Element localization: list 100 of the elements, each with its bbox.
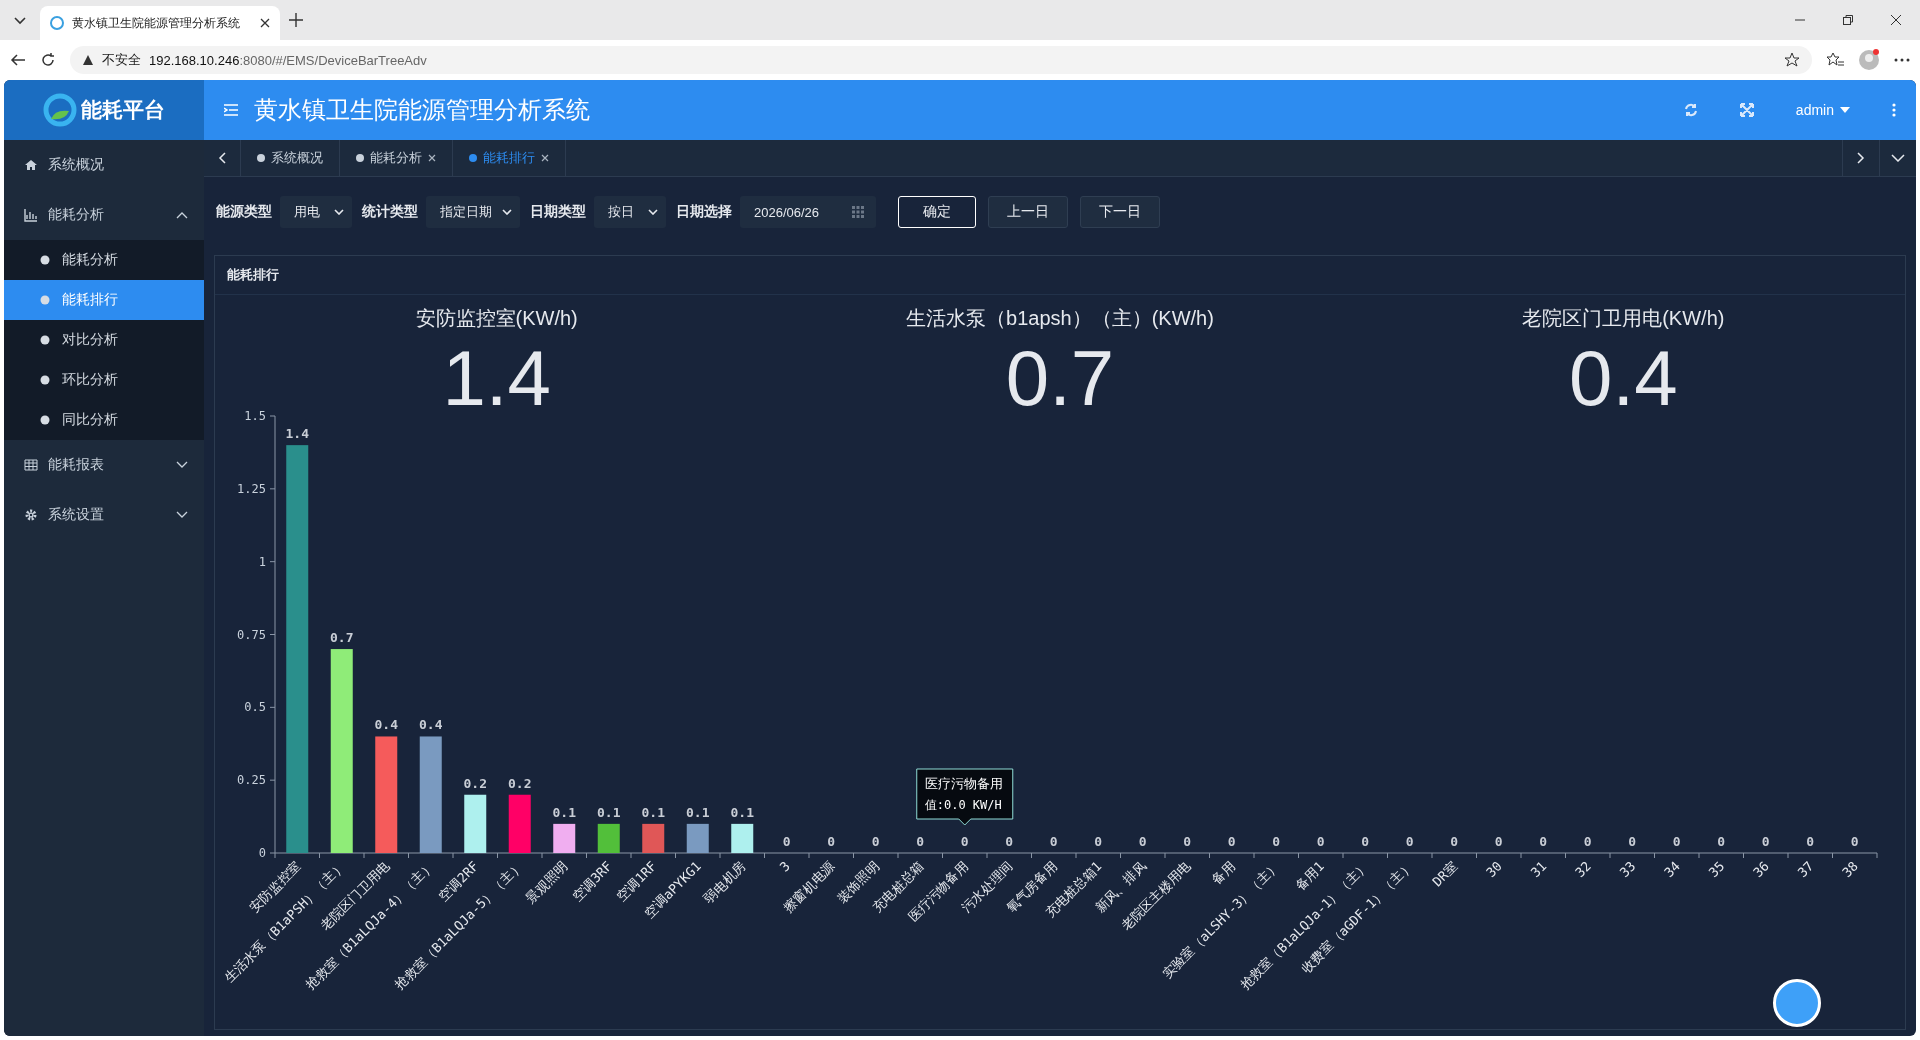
value-label: 0.1 (730, 804, 754, 820)
reload-icon[interactable] (40, 52, 56, 68)
confirm-button[interactable]: 确定 (898, 196, 976, 228)
value-label: 0 (1717, 833, 1726, 849)
value-label: 0.4 (374, 717, 398, 733)
value-label: 0 (1138, 833, 1147, 849)
category-label: 35 (1705, 858, 1728, 880)
sidebar-item[interactable]: 系统概况 (4, 140, 204, 190)
chevron-down-icon (1891, 154, 1905, 162)
value-label: 0 (960, 833, 969, 849)
sidebar-item[interactable]: 能耗分析 (4, 190, 204, 240)
browser-tab[interactable]: 黄水镇卫生院能源管理分析系统 (40, 6, 280, 40)
bar[interactable] (731, 823, 754, 853)
value-label: 0 (1049, 833, 1058, 849)
close-icon[interactable] (541, 154, 549, 162)
category-label: 备用 (1208, 858, 1238, 888)
value-label: 0 (1005, 833, 1014, 849)
date-step-button[interactable]: 上一日 (988, 196, 1068, 228)
page-tab[interactable]: 能耗排行 (453, 140, 566, 176)
caret-icon (334, 209, 344, 215)
close-icon[interactable] (428, 154, 436, 162)
more-icon[interactable] (1894, 57, 1910, 63)
app-title: 黄水镇卫生院能源管理分析系统 (254, 95, 590, 125)
bar[interactable] (642, 823, 665, 853)
page-tab[interactable]: 系统概况 (241, 140, 340, 176)
bar[interactable] (597, 823, 620, 853)
floating-button[interactable] (1773, 979, 1821, 1027)
restore-icon[interactable] (1842, 14, 1854, 26)
y-tick-label: 0.5 (244, 699, 266, 714)
value-label: 0.4 (419, 717, 443, 733)
new-tab-icon[interactable] (288, 12, 304, 28)
favorites-icon[interactable] (1826, 52, 1844, 68)
stat-value: 0.7 (1005, 333, 1115, 424)
bar[interactable] (686, 823, 709, 853)
date-step-button[interactable]: 下一日 (1080, 196, 1160, 228)
logo-text: 能耗平台 (81, 97, 165, 123)
select-field[interactable]: 指定日期 (426, 196, 520, 228)
value-label: 0 (1628, 833, 1637, 849)
bar[interactable] (464, 794, 487, 853)
category-label: 32 (1572, 858, 1594, 880)
bar[interactable] (553, 823, 576, 853)
sidebar-subitem[interactable]: 对比分析 (4, 320, 204, 360)
y-tick-label: 0.25 (237, 772, 266, 787)
y-tick-label: 1.25 (237, 481, 266, 496)
dot-icon (356, 154, 364, 162)
bar[interactable] (375, 736, 398, 853)
value-label: 0 (1761, 833, 1770, 849)
date-field[interactable]: 2026/06/26 (740, 196, 876, 228)
value-label: 0 (916, 833, 925, 849)
sidebar-subitem[interactable]: 能耗分析 (4, 240, 204, 280)
bar[interactable] (419, 736, 442, 853)
value-label: 0 (1806, 833, 1815, 849)
sidebar-item[interactable]: 系统设置 (4, 490, 204, 540)
close-icon[interactable] (1890, 14, 1902, 26)
site-icon (50, 16, 64, 30)
sidebar-item[interactable]: 能耗报表 (4, 440, 204, 490)
value-label: 0 (1361, 833, 1370, 849)
stat-title: 安防监控室(KW/h) (415, 306, 578, 331)
select-field[interactable]: 用电 (280, 196, 352, 228)
calendar-icon (852, 206, 864, 218)
value-label: 0 (1539, 833, 1548, 849)
sidebar-subitem[interactable]: 同比分析 (4, 400, 204, 440)
category-label: 31 (1527, 858, 1550, 880)
category-label: 3 (776, 858, 793, 875)
category-label: 36 (1750, 858, 1772, 880)
filter-label: 能源类型 (216, 203, 272, 221)
address-bar[interactable]: 不安全 192.168.10.246:8080/#/EMS/DeviceBarTreeAdv (70, 46, 1812, 74)
dot-icon (257, 154, 265, 162)
category-label: 38 (1839, 858, 1861, 880)
value-label: 0 (1316, 833, 1325, 849)
url-text: 192.168.10.246:8080/#/EMS/DeviceBarTreeAdv (149, 52, 427, 68)
bar-chart-icon (24, 208, 38, 222)
logo-icon (43, 93, 77, 127)
value-label: 0 (782, 833, 791, 849)
value-label: 0 (1672, 833, 1681, 849)
select-field[interactable]: 按日 (594, 196, 666, 228)
star-icon[interactable] (1784, 52, 1800, 68)
home-icon (24, 158, 38, 172)
dot-icon (469, 154, 477, 162)
warning-icon (82, 54, 94, 66)
menu-icon[interactable] (224, 104, 238, 116)
sidebar-subitem[interactable]: 环比分析 (4, 360, 204, 400)
value-label: 1.4 (285, 425, 309, 441)
back-icon[interactable] (10, 52, 26, 68)
bar[interactable] (330, 648, 353, 853)
y-tick-label: 1 (258, 554, 266, 569)
value-label: 0.1 (686, 804, 710, 820)
value-label: 0 (1494, 833, 1503, 849)
dot-icon (40, 415, 50, 425)
category-label: 弱电机房 (701, 858, 749, 906)
value-label: 0 (1405, 833, 1414, 849)
refresh-icon[interactable] (1683, 103, 1698, 117)
filter-label: 日期类型 (530, 203, 586, 221)
fullscreen-icon[interactable] (1739, 103, 1754, 117)
security-label: 不安全 (102, 51, 141, 69)
profile-icon[interactable] (1858, 49, 1880, 71)
stat-title: 生活水泵（b1apsh）（主）(KW/h) (906, 306, 1214, 331)
close-icon[interactable] (260, 18, 270, 28)
page-tab[interactable]: 能耗分析 (340, 140, 453, 176)
category-label: 33 (1616, 858, 1639, 880)
